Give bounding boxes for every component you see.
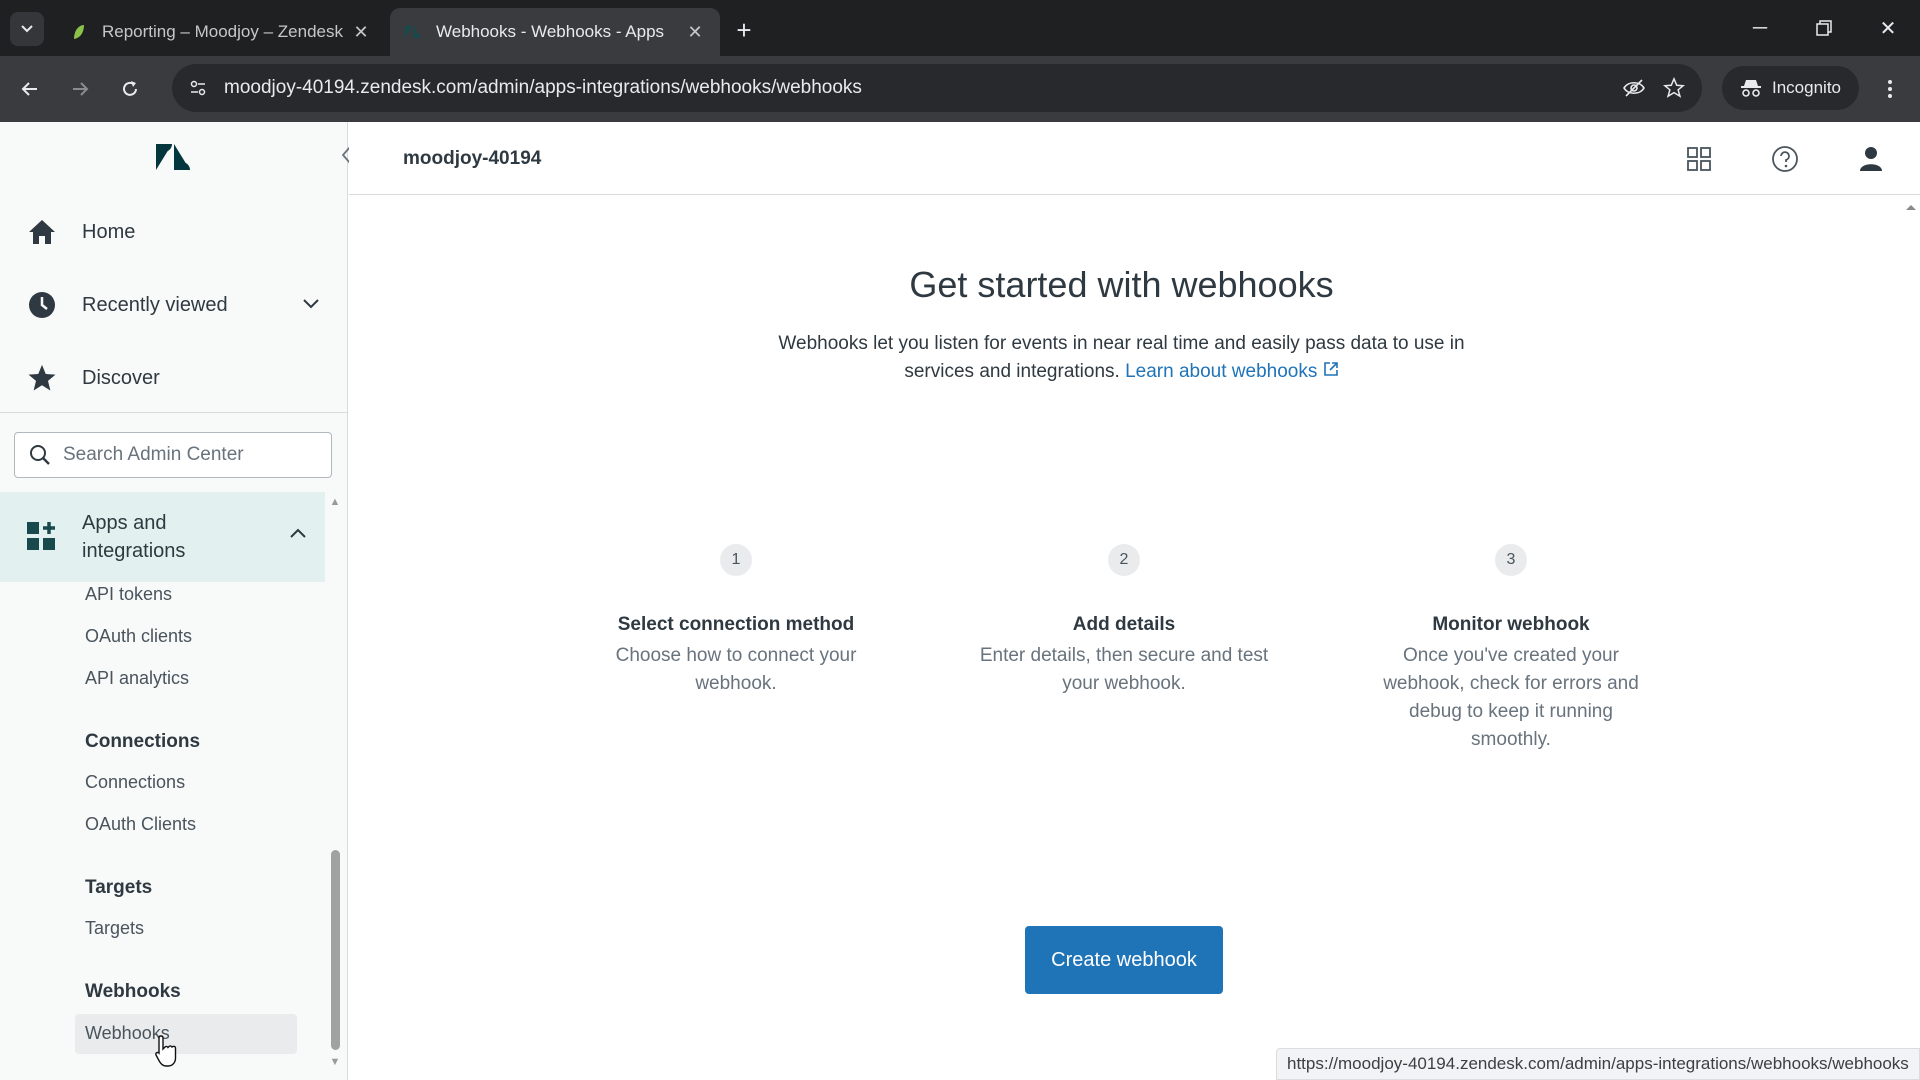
sidebar-item-api-tokens[interactable]: API tokens <box>85 584 172 605</box>
sidebar-item-api-analytics[interactable]: API analytics <box>85 668 189 689</box>
nav-discover[interactable]: Discover <box>0 348 340 408</box>
user-avatar-icon[interactable] <box>1854 142 1888 176</box>
nav-recently-viewed-label: Recently viewed <box>82 293 228 316</box>
learn-about-webhooks-link[interactable]: Learn about webhooks <box>1125 361 1339 382</box>
zendesk-logo-icon[interactable] <box>154 142 192 174</box>
browser-tab-reporting[interactable]: Reporting – Moodjoy – Zendesk ✕ <box>56 8 386 56</box>
restore-icon[interactable] <box>1804 10 1844 46</box>
step-desc-line: smoothly. <box>1471 729 1551 750</box>
account-name: moodjoy-40194 <box>403 148 542 169</box>
zendesk-leaf-icon <box>70 23 88 41</box>
tab-search-button[interactable] <box>10 12 44 46</box>
sidebar-divider <box>0 412 347 413</box>
product-tray-icon[interactable] <box>1682 142 1716 176</box>
more-menu-icon[interactable] <box>1874 73 1906 105</box>
search-input[interactable] <box>63 444 313 466</box>
step-desc-2: Enter details, then secure and test your… <box>974 642 1274 698</box>
group-header-webhooks: Webhooks <box>85 981 181 1002</box>
step-desc-line: Once you've created your <box>1403 645 1619 666</box>
address-bar[interactable]: moodjoy-40194.zendesk.com/admin/apps-int… <box>172 64 1702 112</box>
step-number-2: 2 <box>1108 544 1140 576</box>
group-header-connections: Connections <box>85 731 201 752</box>
group-header-targets: Targets <box>85 877 153 898</box>
step-number-3: 3 <box>1495 544 1527 576</box>
help-icon[interactable] <box>1768 142 1802 176</box>
bookmark-star-icon[interactable] <box>1654 68 1694 108</box>
page-scrollbar[interactable] <box>1902 196 1920 1080</box>
incognito-icon <box>1741 80 1761 97</box>
app-header: moodjoy-40194 <box>349 122 1920 195</box>
external-link-icon <box>1323 362 1338 376</box>
back-icon[interactable] <box>14 73 46 105</box>
description-line2: services and integrations. <box>904 361 1120 382</box>
new-tab-button[interactable]: + <box>728 14 760 46</box>
scroll-down-arrow[interactable]: ▼ <box>328 1056 342 1070</box>
step-desc-line: your webhook. <box>1062 673 1186 694</box>
site-info-icon[interactable] <box>180 70 216 106</box>
section-label: Apps and integrations <box>82 512 186 562</box>
step-title-3: Monitor webhook <box>1432 614 1590 635</box>
forward-icon[interactable] <box>64 73 96 105</box>
step-desc-line: webhook, check for errors and <box>1383 673 1639 694</box>
window-close-icon[interactable]: ✕ <box>1868 10 1908 46</box>
tab-title: Reporting – Moodjoy – Zendesk <box>102 22 343 41</box>
step-desc-line: Choose how to connect your <box>615 645 857 666</box>
sidebar-item-oauth-clients[interactable]: OAuth clients <box>85 626 192 647</box>
tab-title: Webhooks - Webhooks - Apps <box>436 22 665 41</box>
clock-icon <box>26 289 58 321</box>
apps-grid-icon <box>26 521 58 553</box>
chevron-down-icon <box>21 25 33 33</box>
admin-search-field[interactable] <box>14 432 332 478</box>
incognito-label: Incognito <box>1772 78 1841 97</box>
search-icon <box>30 445 50 465</box>
page-title: Get started with webhooks <box>909 264 1334 305</box>
star-icon <box>26 362 58 394</box>
browser-tab-bar: Reporting – Moodjoy – Zendesk ✕ Webhooks… <box>0 0 1920 56</box>
url-text: moodjoy-40194.zendesk.com/admin/apps-int… <box>224 77 862 98</box>
step-desc-line: Enter details, then secure and test <box>979 645 1269 666</box>
reload-icon[interactable] <box>114 73 146 105</box>
webhooks-empty-state: Get started with webhooks Webhooks let y… <box>349 196 1902 1080</box>
step-desc-3: Once you've created your webhook, check … <box>1361 642 1661 754</box>
sidebar-scrollbar-thumb[interactable] <box>331 850 340 1050</box>
nav-home-label: Home <box>82 220 136 243</box>
step-title-2: Add details <box>1072 614 1176 635</box>
step-desc-1: Choose how to connect your webhook. <box>586 642 886 698</box>
admin-sidebar: Home Recently viewed Discover Apps and i… <box>0 122 348 1080</box>
minimize-icon[interactable]: ─ <box>1740 10 1780 46</box>
nav-discover-label: Discover <box>82 366 160 389</box>
create-webhook-button[interactable]: Create webhook <box>1025 926 1223 994</box>
nav-recently-viewed[interactable]: Recently viewed <box>0 275 340 335</box>
step-title-1: Select connection method <box>617 614 855 635</box>
browser-tab-webhooks[interactable]: Webhooks - Webhooks - Apps ✕ <box>390 8 720 56</box>
close-icon[interactable]: ✕ <box>350 22 372 43</box>
zendesk-logo-icon <box>404 23 422 41</box>
chevron-up-icon[interactable] <box>289 526 307 544</box>
sidebar-item-connections[interactable]: Connections <box>85 772 185 793</box>
scroll-up-arrow[interactable]: ▲ <box>328 496 342 510</box>
page-description: Webhooks let you listen for events in ne… <box>749 330 1494 386</box>
step-desc-line: debug to keep it running <box>1409 701 1613 722</box>
nav-home[interactable]: Home <box>0 202 340 262</box>
eye-off-icon[interactable] <box>1614 68 1654 108</box>
step-desc-line: webhook. <box>695 673 777 694</box>
incognito-badge[interactable]: Incognito <box>1722 66 1859 110</box>
step-number-1: 1 <box>720 544 752 576</box>
sidebar-section-apps-integrations[interactable]: Apps and integrations <box>0 492 325 582</box>
close-icon[interactable]: ✕ <box>684 22 706 43</box>
sidebar-item-targets[interactable]: Targets <box>85 918 144 939</box>
chevron-down-icon[interactable] <box>302 293 320 316</box>
home-icon <box>26 216 58 248</box>
scroll-up-icon[interactable] <box>1902 200 1920 214</box>
sidebar-item-oauth-clients-connections[interactable]: OAuth Clients <box>85 814 196 835</box>
link-hover-status: https://moodjoy-40194.zendesk.com/admin/… <box>1276 1048 1920 1080</box>
learn-link-text: Learn about webhooks <box>1125 361 1318 382</box>
browser-toolbar: moodjoy-40194.zendesk.com/admin/apps-int… <box>0 56 1920 122</box>
mouse-pointer-icon <box>154 1034 178 1068</box>
description-line1: Webhooks let you listen for events in ne… <box>778 333 1465 354</box>
